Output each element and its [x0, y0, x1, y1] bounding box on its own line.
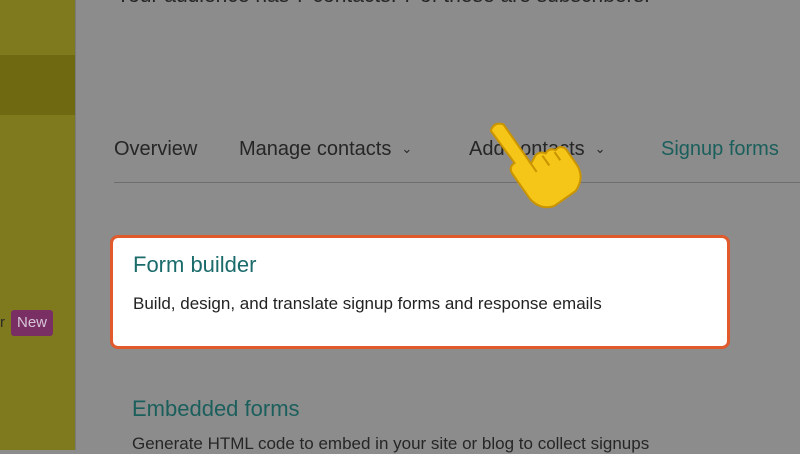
sidebar: r New	[0, 0, 75, 450]
new-badge: New	[11, 310, 54, 336]
chevron-down-icon: ⌄	[594, 141, 606, 156]
tab-manage-contacts-label: Manage contacts	[239, 138, 392, 160]
embedded-forms-description: Generate HTML code to embed in your site…	[132, 434, 650, 453]
form-builder-title[interactable]: Form builder	[133, 252, 256, 278]
main-content: Your audience has 7 contacts. 7 of these…	[76, 0, 800, 453]
tab-signup-forms-label: Signup forms	[661, 138, 779, 160]
audience-summary: Your audience has 7 contacts. 7 of these…	[116, 0, 650, 8]
sidebar-text-fragment: r	[0, 314, 5, 331]
chevron-down-icon: ⌄	[401, 141, 413, 156]
form-builder-description: Build, design, and translate signup form…	[133, 294, 602, 313]
form-builder-card[interactable]: Form builder Build, design, and translat…	[110, 235, 730, 349]
pointing-hand-icon	[489, 122, 582, 209]
tab-overview-label: Overview	[114, 138, 198, 160]
sidebar-active-band	[0, 55, 75, 115]
embedded-forms-title[interactable]: Embedded forms	[132, 396, 300, 422]
tab-manage-contacts[interactable]: Manage contacts ⌄	[239, 138, 412, 161]
audience-tabs: Overview Manage contacts ⌄ Add contacts ⌄ …	[114, 138, 800, 183]
tab-overview[interactable]: Overview	[114, 138, 197, 161]
tab-signup-forms[interactable]: Signup forms	[661, 138, 779, 161]
